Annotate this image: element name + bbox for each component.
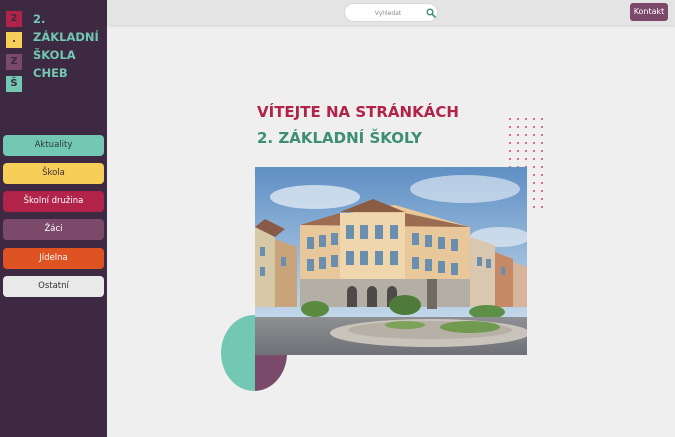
decor-dot <box>509 118 511 120</box>
decor-dot <box>533 206 535 208</box>
decor-dot <box>517 150 519 152</box>
decor-dot <box>541 206 543 208</box>
decor-dot <box>525 158 527 160</box>
decor-dot <box>533 174 535 176</box>
decor-dot <box>517 118 519 120</box>
decor-dot <box>525 150 527 152</box>
decor-dot <box>517 134 519 136</box>
decor-dot <box>533 190 535 192</box>
decor-dot <box>541 126 543 128</box>
nav-jidelna[interactable]: Jídelna <box>3 248 104 269</box>
decor-dot <box>533 126 535 128</box>
decor-dot <box>533 142 535 144</box>
decor-dot <box>509 134 511 136</box>
logo-tile: Š <box>6 76 22 92</box>
decor-dot <box>533 158 535 160</box>
decor-dot <box>533 182 535 184</box>
decor-dot <box>509 150 511 152</box>
decor-dot <box>517 126 519 128</box>
contact-button[interactable]: Kontakt <box>630 3 668 21</box>
nav-aktuality[interactable]: Aktuality <box>3 135 104 156</box>
search-input[interactable] <box>353 6 423 20</box>
decor-dot <box>517 158 519 160</box>
decor-dot <box>509 126 511 128</box>
welcome-heading-line1: VÍTEJTE NA STRÁNKÁCH <box>257 103 459 121</box>
decor-dot <box>509 142 511 144</box>
decor-dot <box>541 134 543 136</box>
decor-dot <box>525 118 527 120</box>
school-name-line2: ŠKOLA CHEB <box>33 48 76 80</box>
decor-dot <box>541 158 543 160</box>
decor-dot <box>517 142 519 144</box>
decor-dot <box>541 118 543 120</box>
decor-dot <box>541 190 543 192</box>
decor-dot <box>541 174 543 176</box>
sidebar: 2 . Z Š 2. ZÁKLADNÍ ŠKOLA CHEB Aktuality… <box>0 0 107 437</box>
nav-skola[interactable]: Škola <box>3 163 104 184</box>
school-name[interactable]: 2. ZÁKLADNÍ ŠKOLA CHEB <box>33 10 105 82</box>
logo-tile: Z <box>6 54 22 70</box>
welcome-heading-line2: 2. ZÁKLADNÍ ŠKOLY <box>257 129 423 147</box>
decor-dot <box>541 150 543 152</box>
decor-dot <box>533 198 535 200</box>
decor-dot <box>541 182 543 184</box>
decor-dot <box>525 142 527 144</box>
decor-dot <box>525 126 527 128</box>
nav-ostatni[interactable]: Ostatní <box>3 276 104 297</box>
nav-zaci[interactable]: Žáci <box>3 219 104 240</box>
decor-dot <box>533 118 535 120</box>
nav-skolni-druzina[interactable]: Školní družina <box>3 191 104 212</box>
logo-tile: 2 <box>6 11 22 27</box>
decor-dot <box>541 166 543 168</box>
decor-dot <box>533 134 535 136</box>
decor-dot <box>509 158 511 160</box>
decor-dot <box>541 198 543 200</box>
school-name-line1: 2. ZÁKLADNÍ <box>33 12 99 44</box>
decor-dot <box>525 134 527 136</box>
school-building-photo <box>255 167 527 355</box>
decor-dot <box>541 142 543 144</box>
search-icon[interactable] <box>426 8 436 18</box>
search-box[interactable] <box>344 3 438 22</box>
decor-dot <box>533 166 535 168</box>
decor-dot <box>533 150 535 152</box>
logo-tile: . <box>6 32 22 48</box>
